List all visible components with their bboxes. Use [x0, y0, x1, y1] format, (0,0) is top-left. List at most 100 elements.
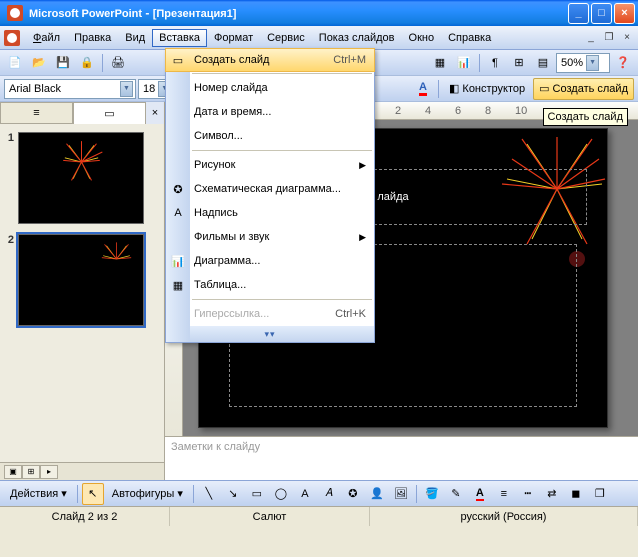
menu-item-textbox[interactable]: A Надпись [166, 201, 374, 225]
new-slide-icon: ▭ [539, 82, 549, 95]
insert-menu-dropdown: ▭ Создать слайдCtrl+M Номер слайда Дата … [165, 48, 375, 343]
rectangle-button[interactable]: ▭ [246, 483, 268, 505]
save-button[interactable]: 💾 [52, 52, 74, 74]
normal-view-button[interactable]: ▣ [4, 465, 22, 479]
design-icon: ◧ [449, 82, 459, 95]
show-formatting-button[interactable]: ¶ [484, 52, 506, 74]
chart-icon: 📊 [170, 253, 186, 269]
powerpoint-icon [7, 5, 23, 21]
grid-button[interactable]: ⊞ [508, 52, 530, 74]
maximize-button[interactable]: □ [591, 3, 612, 24]
designer-button[interactable]: ◧ Конструктор [443, 78, 531, 100]
notes-pane[interactable]: Заметки к слайду [165, 436, 638, 480]
permission-button[interactable]: 🔒 [76, 52, 98, 74]
outline-icon: ≡ [33, 107, 39, 119]
select-button[interactable]: ↖ [82, 483, 104, 505]
chevron-down-icon[interactable]: ▼ [120, 81, 133, 97]
menu-item-hyperlink: Гиперссылка...Ctrl+K [166, 302, 374, 326]
menu-item-table[interactable]: ▦ Таблица... [166, 273, 374, 297]
menu-item-picture[interactable]: Рисунок▶ [166, 153, 374, 177]
thumbnail-item[interactable]: 2 [4, 234, 160, 326]
window-title: Microsoft PowerPoint - [Презентация1] [27, 6, 566, 20]
app-icon [4, 30, 20, 46]
slide-thumbnail-1[interactable] [18, 132, 144, 224]
mdi-close-icon[interactable]: × [619, 31, 635, 45]
outline-tab[interactable]: ≡ [0, 102, 73, 124]
oval-button[interactable]: ◯ [270, 483, 292, 505]
color-button[interactable]: ▤ [532, 52, 554, 74]
menu-item-chart[interactable]: 📊 Диаграмма... [166, 249, 374, 273]
line-color-button[interactable]: ✎ [445, 483, 467, 505]
menu-file[interactable]: Файл [26, 29, 67, 47]
menu-view[interactable]: Вид [118, 29, 152, 47]
menu-item-slide-number[interactable]: Номер слайда [166, 76, 374, 100]
textbox-button[interactable]: A [294, 483, 316, 505]
slides-tab[interactable]: ▭ [73, 102, 146, 124]
menu-format[interactable]: Формат [207, 29, 260, 47]
slide-number: 2 [4, 234, 18, 326]
arrow-style-button[interactable]: ⇄ [541, 483, 563, 505]
mdi-minimize-icon[interactable]: _ [583, 31, 599, 45]
insert-picture-button[interactable]: 🖼 [390, 483, 412, 505]
menu-item-date-time[interactable]: Дата и время... [166, 100, 374, 124]
new-slide-icon: ▭ [170, 52, 186, 68]
menu-item-symbol[interactable]: Символ... [166, 124, 374, 148]
status-slide: Слайд 2 из 2 [0, 507, 170, 526]
new-button[interactable]: 📄 [4, 52, 26, 74]
chevron-right-icon: ▶ [359, 232, 366, 243]
zoom-combo[interactable]: 50%▼ [556, 53, 610, 73]
panel-tabs: ≡ ▭ × [0, 102, 164, 124]
menu-bar: Файл Правка Вид Вставка Формат Сервис По… [0, 26, 638, 50]
title-bar: Microsoft PowerPoint - [Презентация1] _ … [0, 0, 638, 26]
status-language[interactable]: русский (Россия) [370, 507, 638, 526]
menu-item-movies-sound[interactable]: Фильмы и звук▶ [166, 225, 374, 249]
wordart-button[interactable]: 𝐴 [318, 483, 340, 505]
line-button[interactable]: ╲ [198, 483, 220, 505]
new-slide-button[interactable]: ▭ Создать слайд [533, 78, 634, 100]
diagram-icon: ✪ [170, 181, 186, 197]
clipart-button[interactable]: 👤 [366, 483, 388, 505]
mdi-restore-icon[interactable]: ❐ [601, 31, 617, 45]
slides-icon: ▭ [104, 107, 114, 120]
close-panel-button[interactable]: × [146, 102, 164, 124]
font-color-button[interactable]: A [469, 483, 491, 505]
thumbnail-list: 1 2 [0, 124, 164, 462]
font-color-button[interactable]: A [412, 78, 434, 100]
chevron-right-icon: ▶ [359, 160, 366, 171]
line-style-button[interactable]: ≡ [493, 483, 515, 505]
table-button[interactable]: ▦ [429, 52, 451, 74]
chart-button[interactable]: 📊 [453, 52, 475, 74]
menu-window[interactable]: Окно [402, 29, 442, 47]
thumbnail-item[interactable]: 1 [4, 132, 160, 224]
menu-edit[interactable]: Правка [67, 29, 118, 47]
table-icon: ▦ [170, 277, 186, 293]
slideshow-view-button[interactable]: ▸ [40, 465, 58, 479]
insert-diagram-button[interactable]: ✪ [342, 483, 364, 505]
help-button[interactable]: ❓ [612, 52, 634, 74]
menu-item-diagram[interactable]: ✪ Схематическая диаграмма... [166, 177, 374, 201]
chevron-down-icon[interactable]: ▼ [586, 55, 599, 71]
slides-panel: ≡ ▭ × 1 2 ▣ ⊞ ▸ [0, 102, 165, 480]
arrow-button[interactable]: ↘ [222, 483, 244, 505]
menu-item-new-slide[interactable]: ▭ Создать слайдCtrl+M [165, 48, 375, 72]
fill-color-button[interactable]: 🪣 [421, 483, 443, 505]
expand-menu-button[interactable]: ▾▾ [166, 326, 374, 342]
close-button[interactable]: × [614, 3, 635, 24]
dash-style-button[interactable]: ┅ [517, 483, 539, 505]
textbox-icon: A [170, 205, 186, 221]
shadow-button[interactable]: ◼ [565, 483, 587, 505]
menu-insert[interactable]: Вставка [152, 29, 207, 47]
actions-button[interactable]: Действия ▾ [4, 483, 73, 505]
menu-help[interactable]: Справка [441, 29, 498, 47]
open-button[interactable]: 📂 [28, 52, 50, 74]
font-combo[interactable]: Arial Black▼ [4, 79, 136, 99]
status-bar: Слайд 2 из 2 Салют русский (Россия) [0, 506, 638, 526]
print-button[interactable]: 🖨 [107, 52, 129, 74]
sorter-view-button[interactable]: ⊞ [22, 465, 40, 479]
minimize-button[interactable]: _ [568, 3, 589, 24]
autoshapes-button[interactable]: Автофигуры ▾ [106, 483, 189, 505]
menu-tools[interactable]: Сервис [260, 29, 312, 47]
3d-button[interactable]: ❒ [589, 483, 611, 505]
menu-slideshow[interactable]: Показ слайдов [312, 29, 402, 47]
slide-thumbnail-2[interactable] [18, 234, 144, 326]
